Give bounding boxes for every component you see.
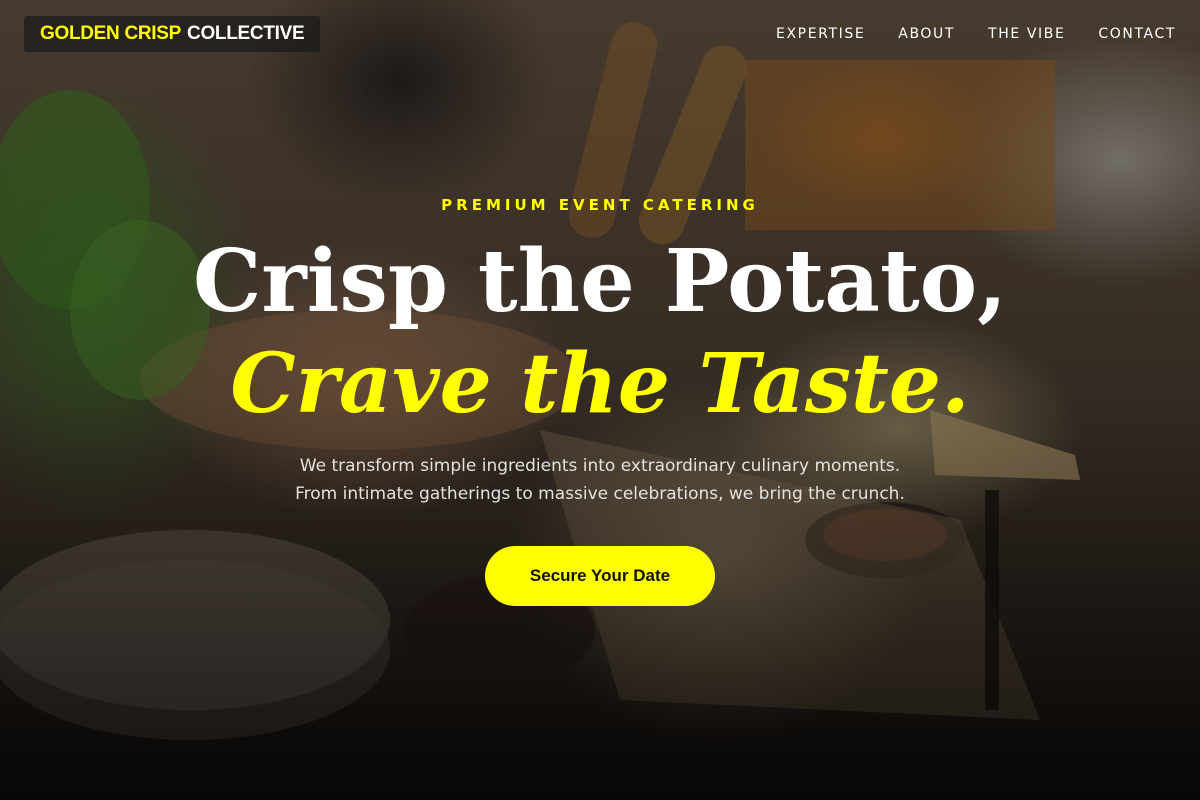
hero-section: PREMIUM EVENT CATERING Crisp the Potato,… [0, 0, 1200, 800]
hero-eyebrow: PREMIUM EVENT CATERING [441, 196, 759, 214]
hero-headline-line1: Crisp the Potato, [192, 231, 1008, 332]
hero-description-line1: We transform simple ingredients into ext… [299, 456, 901, 476]
hero-description: We transform simple ingredients into ext… [0, 452, 1200, 508]
secure-date-button[interactable]: Secure Your Date [485, 546, 715, 606]
hero-headline-line2: Crave the Taste. [230, 336, 970, 432]
hero-description-line2: From intimate gatherings to massive cele… [295, 484, 905, 504]
